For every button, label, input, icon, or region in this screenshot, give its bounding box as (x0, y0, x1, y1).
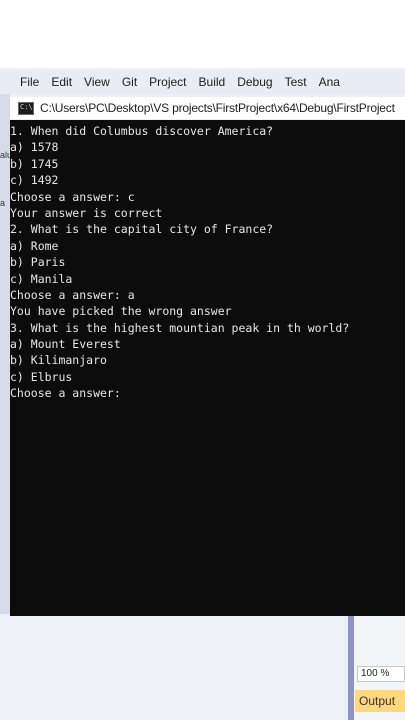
console-line: a) Mount Everest (10, 337, 121, 352)
console-line: c) 1492 (10, 173, 59, 188)
zoom-level[interactable]: 100 % (357, 666, 405, 682)
console-line: Choose a answer: c (10, 189, 135, 204)
console-line: c) Elbrus (10, 369, 73, 384)
console-line: a) 1578 (10, 140, 59, 155)
console-text: 1. When did Columbus discover America? a)… (10, 123, 405, 402)
console-icon-glyph: C:\ (20, 102, 33, 111)
menu-edit[interactable]: Edit (51, 75, 72, 89)
console-app-icon: C:\ (18, 101, 34, 115)
menu-project[interactable]: Project (149, 75, 186, 89)
console-line: a) Rome (10, 238, 59, 253)
console-line: 1. When did Columbus discover America? (10, 124, 274, 138)
menu-analyze[interactable]: Ana (319, 75, 340, 89)
output-tab[interactable]: Output (355, 690, 405, 712)
menu-test[interactable]: Test (285, 75, 307, 89)
console-line: b) Kilimanjaro (10, 353, 107, 368)
console-window-title: C:\Users\PC\Desktop\VS projects\FirstPro… (40, 101, 395, 115)
console-line: Choose a answer: a (10, 287, 135, 302)
console-line: You have picked the wrong answer (10, 304, 232, 319)
console-line: c) Manila (10, 271, 73, 286)
console-output[interactable]: 1. When did Columbus discover America? a)… (10, 120, 405, 616)
left-fragment-2: a (0, 198, 6, 208)
left-tool-strip: alu a (0, 94, 12, 614)
menu-debug[interactable]: Debug (237, 75, 272, 89)
console-line: Your answer is correct (10, 205, 163, 220)
console-line: 2. What is the capital city of France? (10, 222, 274, 237)
menu-file[interactable]: File (20, 75, 39, 89)
menu-bar: File Edit View Git Project Build Debug T… (0, 70, 405, 94)
menu-git[interactable]: Git (122, 75, 137, 89)
menu-build[interactable]: Build (199, 75, 226, 89)
console-line: Choose a answer: (10, 386, 121, 401)
console-line: b) 1745 (10, 156, 59, 171)
menu-view[interactable]: View (84, 75, 110, 89)
console-line: b) Paris (10, 255, 66, 270)
console-title-bar[interactable]: C:\ C:\Users\PC\Desktop\VS projects\Firs… (10, 97, 405, 119)
console-line: 3. What is the highest mountian peak in … (10, 320, 350, 335)
